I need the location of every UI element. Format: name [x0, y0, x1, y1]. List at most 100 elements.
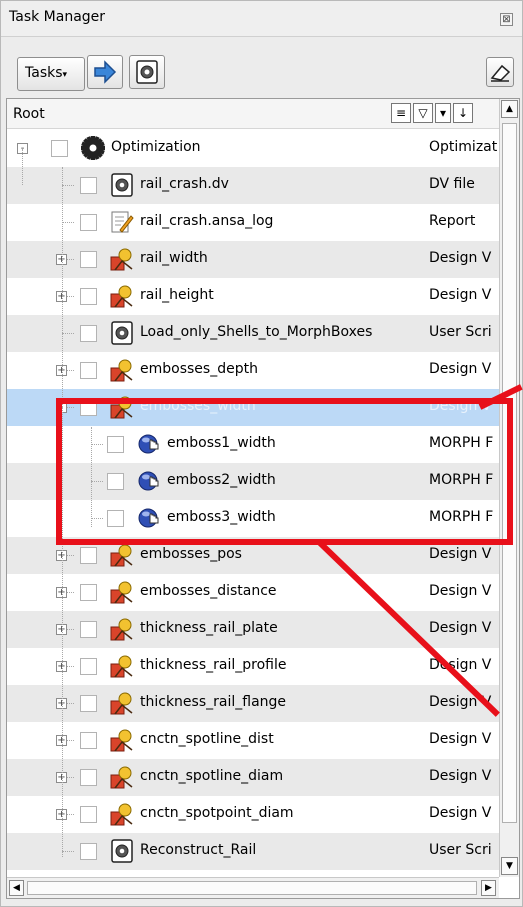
design-variable-icon: [110, 654, 134, 678]
row-label: cnctn_spotline_dist: [140, 731, 274, 747]
row-checkbox[interactable]: [80, 732, 97, 749]
row-checkbox[interactable]: [80, 547, 97, 564]
tree-connector: [62, 222, 74, 223]
row-checkbox[interactable]: [80, 325, 97, 342]
tree-row[interactable]: + cnctn_spotline_diam Design V: [7, 759, 499, 796]
scroll-left-icon[interactable]: ◀: [9, 880, 24, 896]
sort-icon[interactable]: ≡: [391, 103, 411, 123]
row-type: Design V: [429, 361, 492, 377]
row-type: Optimizat: [429, 139, 498, 155]
scroll-down-icon[interactable]: ▼: [501, 857, 518, 875]
tasks-label: Tasks: [25, 65, 63, 81]
horizontal-scroll-thumb[interactable]: [27, 881, 477, 895]
row-label: embosses_distance: [140, 583, 277, 599]
row-label: Optimization: [111, 139, 201, 155]
close-icon[interactable]: ⊠: [500, 13, 513, 26]
tree-guide-line: [22, 149, 23, 185]
script-gear-icon: [110, 321, 134, 345]
tree-row[interactable]: + embosses_distance Design V: [7, 574, 499, 611]
row-type: Design V: [429, 768, 492, 784]
tree-row[interactable]: + rail_height Design V: [7, 278, 499, 315]
row-checkbox[interactable]: [80, 621, 97, 638]
row-label: cnctn_spotpoint_diam: [140, 805, 294, 821]
tasks-dropdown-button[interactable]: Tasks▾: [17, 57, 85, 91]
tree-row[interactable]: + rail_width Design V: [7, 241, 499, 278]
row-type: User Scri: [429, 324, 492, 340]
run-gear-button[interactable]: [129, 55, 165, 89]
scroll-right-icon[interactable]: ▶: [481, 880, 496, 896]
filter-dropdown-icon[interactable]: ▾: [435, 103, 451, 123]
row-type: Design V: [429, 583, 492, 599]
tree-row[interactable]: rail_crash.ansa_log Report: [7, 204, 499, 241]
row-checkbox[interactable]: [80, 769, 97, 786]
design-variable-icon: [110, 543, 134, 567]
gear-icon: [136, 60, 158, 84]
row-type: Design V: [429, 250, 492, 266]
design-variable-icon: [110, 617, 134, 641]
tree-row[interactable]: + cnctn_spotpoint_diam Design V: [7, 796, 499, 833]
row-type: Design V: [429, 546, 492, 562]
row-checkbox[interactable]: [80, 843, 97, 860]
chevron-down-icon: ▾: [62, 70, 68, 80]
design-variable-icon: [110, 284, 134, 308]
row-type: User Scri: [429, 842, 492, 858]
tree-row[interactable]: - Optimization Optimizat: [7, 130, 499, 167]
tree-connector: [62, 333, 74, 334]
right-arrow-icon: [94, 60, 117, 84]
window-title: Task Manager: [9, 9, 106, 25]
horizontal-scrollbar[interactable]: ◀ ▶: [7, 877, 499, 898]
down-arrow-icon[interactable]: ↓: [453, 103, 473, 123]
design-variable-icon: [110, 691, 134, 715]
row-checkbox[interactable]: [80, 177, 97, 194]
row-label: thickness_rail_plate: [140, 620, 278, 636]
row-checkbox[interactable]: [80, 214, 97, 231]
report-pencil-icon: [110, 210, 134, 234]
row-label: rail_height: [140, 287, 214, 303]
row-type: Design V: [429, 731, 492, 747]
optimization-gear-icon: [81, 136, 105, 160]
design-variable-icon: [110, 802, 134, 826]
row-type: Report: [429, 213, 476, 229]
row-label: thickness_rail_profile: [140, 657, 287, 673]
script-gear-icon: [110, 839, 134, 863]
row-checkbox[interactable]: [80, 584, 97, 601]
tree-header: Root ≡ ▽ ▾ ↓: [7, 99, 499, 129]
scroll-up-icon[interactable]: ▲: [501, 100, 518, 118]
row-label: embosses_pos: [140, 546, 242, 562]
row-checkbox[interactable]: [51, 140, 68, 157]
eraser-button[interactable]: [486, 57, 514, 87]
tree-connector: [62, 185, 74, 186]
row-checkbox[interactable]: [80, 288, 97, 305]
script-gear-icon: [110, 173, 134, 197]
row-checkbox[interactable]: [80, 658, 97, 675]
tree-row[interactable]: + embosses_depth Design V: [7, 352, 499, 389]
title-bar: Task Manager ⊠: [1, 1, 522, 37]
eraser-icon: [490, 64, 511, 82]
tree-row[interactable]: rail_crash.dv DV file: [7, 167, 499, 204]
row-checkbox[interactable]: [80, 362, 97, 379]
tree-row[interactable]: + cnctn_spotline_dist Design V: [7, 722, 499, 759]
tree-row[interactable]: + thickness_rail_flange Design V: [7, 685, 499, 722]
row-checkbox[interactable]: [80, 806, 97, 823]
toolbar: Tasks▾: [1, 45, 522, 95]
filter-icon[interactable]: ▽: [413, 103, 433, 123]
design-variable-icon: [110, 580, 134, 604]
row-label: Reconstruct_Rail: [140, 842, 257, 858]
tree-row[interactable]: Reconstruct_Rail User Scri: [7, 833, 499, 870]
tree-row[interactable]: Load_only_Shells_to_MorphBoxes User Scri: [7, 315, 499, 352]
row-label: thickness_rail_flange: [140, 694, 287, 710]
row-label: rail_crash.ansa_log: [140, 213, 274, 229]
row-checkbox[interactable]: [80, 251, 97, 268]
design-variable-icon: [110, 358, 134, 382]
row-type: DV file: [429, 176, 475, 192]
tree-row[interactable]: + thickness_rail_profile Design V: [7, 648, 499, 685]
design-variable-icon: [110, 247, 134, 271]
row-label: Load_only_Shells_to_MorphBoxes: [140, 324, 373, 340]
right-arrow-button[interactable]: [87, 55, 123, 89]
row-checkbox[interactable]: [80, 695, 97, 712]
design-variable-icon: [110, 728, 134, 752]
row-label: embosses_depth: [140, 361, 258, 377]
highlight-box: [56, 398, 513, 545]
row-type: Design V: [429, 620, 492, 636]
row-type: Design V: [429, 287, 492, 303]
